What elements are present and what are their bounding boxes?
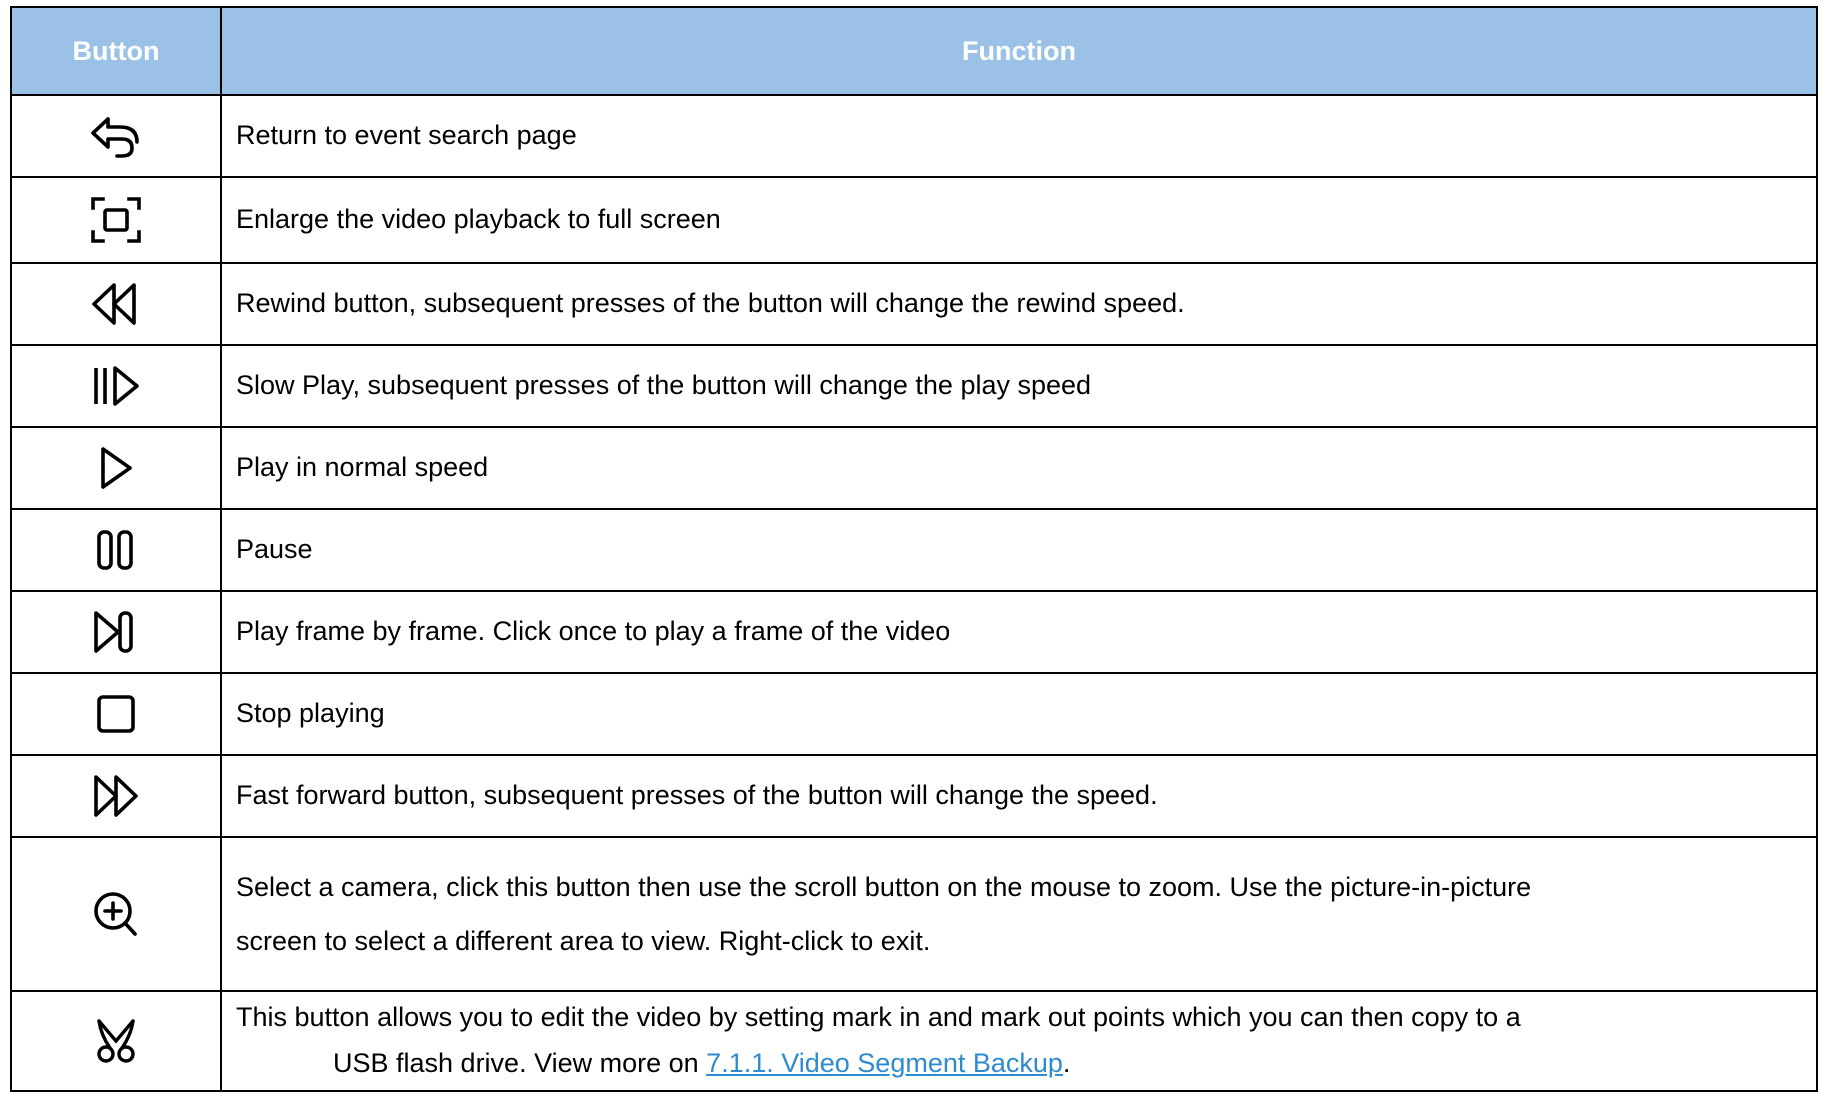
header-function: Function	[220, 6, 1818, 96]
icon-cell	[10, 426, 222, 510]
table-row: Pause	[10, 508, 1818, 592]
function-text: Fast forward button, subsequent presses …	[220, 754, 1818, 838]
icon-cell	[10, 176, 222, 264]
function-text-suffix: .	[1062, 1048, 1071, 1078]
icon-cell	[10, 990, 222, 1092]
icon-cell	[10, 836, 222, 992]
table-row: Stop playing	[10, 672, 1818, 756]
zoom-in-icon[interactable]	[88, 888, 144, 940]
icon-cell	[10, 262, 222, 346]
pause-icon[interactable]	[88, 526, 144, 574]
table-row: Return to event search page	[10, 94, 1818, 178]
video-segment-backup-link[interactable]: 7.1.1. Video Segment Backup	[706, 1048, 1063, 1078]
function-text-line: Select a camera, click this button then …	[236, 872, 1532, 902]
stop-icon[interactable]	[88, 690, 144, 738]
frame-step-icon[interactable]	[88, 608, 144, 656]
icon-cell	[10, 672, 222, 756]
table-row: Select a camera, click this button then …	[10, 836, 1818, 992]
function-text-line: screen to select a different area to vie…	[236, 926, 931, 956]
function-text: This button allows you to edit the video…	[220, 990, 1818, 1092]
function-text-line: USB flash drive. View more on 7.1.1. Vid…	[236, 1040, 1802, 1086]
table-row: Play in normal speed	[10, 426, 1818, 510]
play-icon[interactable]	[88, 444, 144, 492]
rewind-icon[interactable]	[88, 280, 144, 328]
function-text: Return to event search page	[220, 94, 1818, 178]
header-button: Button	[10, 6, 222, 96]
table-header-row: Button Function	[10, 6, 1818, 96]
scissors-icon[interactable]	[88, 1015, 144, 1067]
function-text-prefix: USB flash drive. View more on	[333, 1048, 707, 1078]
table-row: Slow Play, subsequent presses of the but…	[10, 344, 1818, 428]
icon-cell	[10, 590, 222, 674]
icon-cell	[10, 94, 222, 178]
slow-play-icon[interactable]	[88, 362, 144, 410]
function-text: Play frame by frame. Click once to play …	[220, 590, 1818, 674]
return-icon[interactable]	[88, 112, 144, 160]
function-text: Enlarge the video playback to full scree…	[220, 176, 1818, 264]
function-text: Play in normal speed	[220, 426, 1818, 510]
function-text-line: This button allows you to edit the video…	[236, 1002, 1521, 1032]
fast-forward-icon[interactable]	[88, 772, 144, 820]
button-function-table: Button Function Return to event search p…	[10, 6, 1818, 1092]
table-row: This button allows you to edit the video…	[10, 990, 1818, 1092]
fullscreen-icon[interactable]	[89, 195, 143, 245]
function-text: Stop playing	[220, 672, 1818, 756]
table-row: Fast forward button, subsequent presses …	[10, 754, 1818, 838]
function-text: Slow Play, subsequent presses of the but…	[220, 344, 1818, 428]
table-row: Rewind button, subsequent presses of the…	[10, 262, 1818, 346]
icon-cell	[10, 344, 222, 428]
icon-cell	[10, 754, 222, 838]
function-text: Select a camera, click this button then …	[220, 836, 1818, 992]
function-text: Pause	[220, 508, 1818, 592]
function-text: Rewind button, subsequent presses of the…	[220, 262, 1818, 346]
table-row: Enlarge the video playback to full scree…	[10, 176, 1818, 264]
icon-cell	[10, 508, 222, 592]
table-row: Play frame by frame. Click once to play …	[10, 590, 1818, 674]
